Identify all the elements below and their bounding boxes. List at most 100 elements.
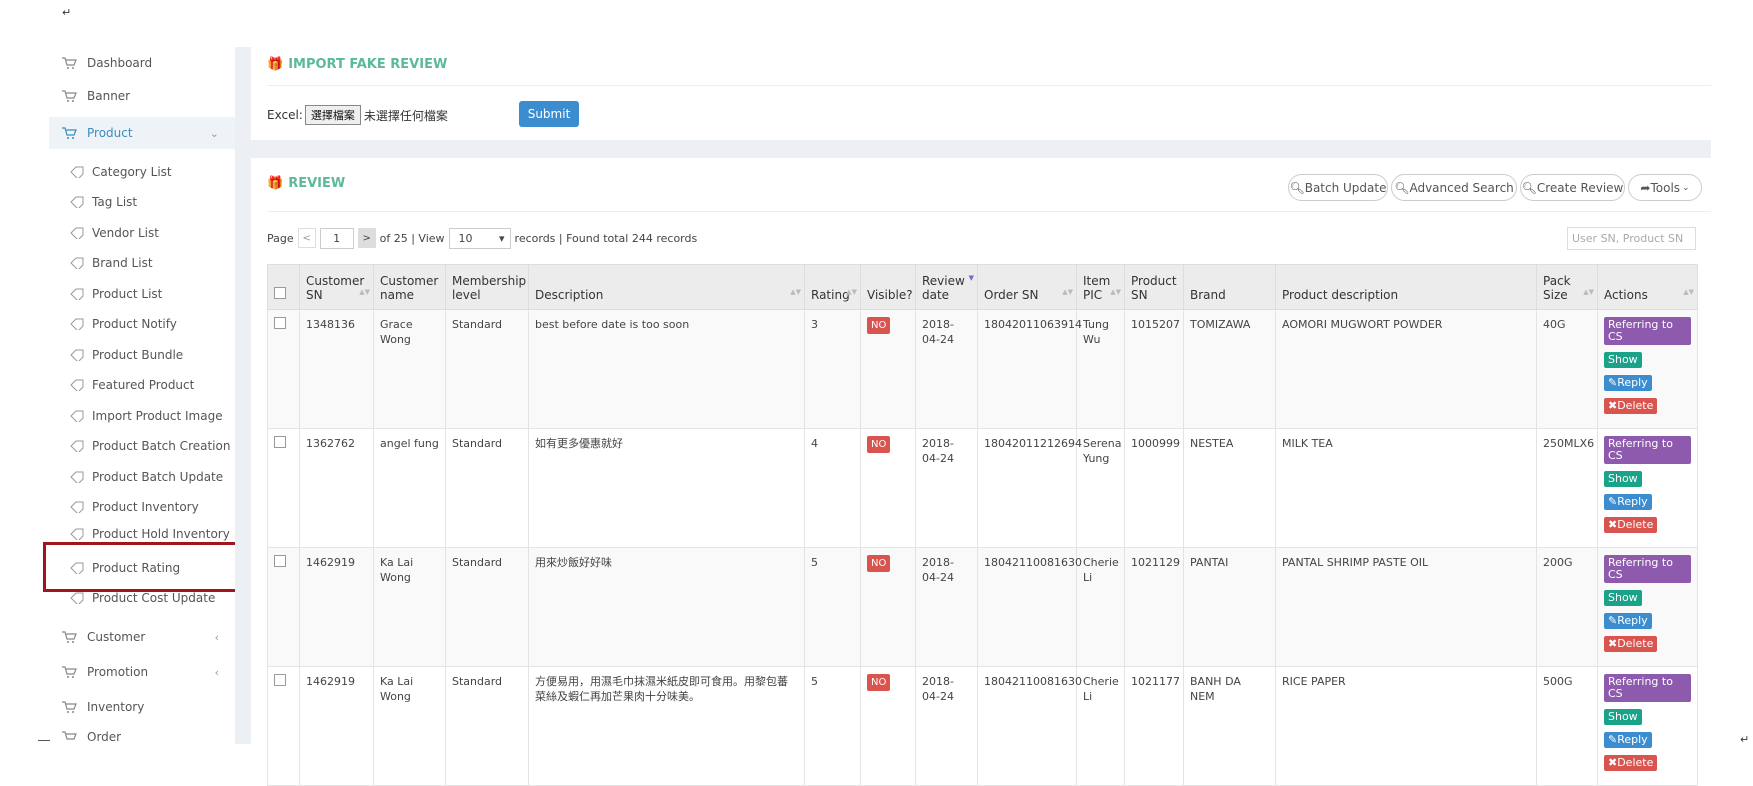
show-button[interactable]: Show (1604, 352, 1642, 368)
col-visible[interactable]: Visible? (860, 264, 916, 310)
cell-pack-size: 250MLX6 (1536, 428, 1598, 548)
reply-button[interactable]: ✎Reply (1604, 375, 1652, 391)
sidebar-sub-product-batch-creation[interactable]: Product Batch Creation (70, 435, 235, 457)
sidebar-item-customer[interactable]: Customer ‹ (49, 622, 235, 652)
choose-file-button[interactable]: 選擇檔案 (304, 105, 361, 125)
col-item-pic[interactable]: Item PIC ▲▼ (1076, 264, 1125, 310)
select-all-checkbox[interactable] (274, 287, 286, 299)
cell-membership: Standard (445, 547, 529, 667)
sidebar-sub-product-list[interactable]: Product List (70, 283, 235, 305)
sidebar-sub-product-notify[interactable]: Product Notify (70, 313, 235, 335)
referring-to-cs-button[interactable]: Referring to CS (1604, 674, 1691, 702)
tag-icon (70, 166, 84, 178)
col-brand[interactable]: Brand (1183, 264, 1276, 310)
sort-icon: ▲▼ (1683, 288, 1694, 296)
sidebar-item-order[interactable]: Order (49, 730, 235, 744)
sidebar-sub-category-list[interactable]: Category List (70, 161, 235, 183)
create-review-button[interactable]: 🔍︎ Create Review (1520, 174, 1625, 201)
delete-button[interactable]: ✖Delete (1604, 517, 1658, 533)
row-select-cell[interactable] (267, 428, 300, 548)
cell-product-desc: PANTAL SHRIMP PASTE OIL (1275, 547, 1537, 667)
table-header-row: Customer SN ▲▼ Customer name Membership l… (267, 264, 1698, 310)
delete-button[interactable]: ✖Delete (1604, 755, 1658, 771)
row-checkbox[interactable] (274, 317, 286, 329)
reply-button[interactable]: ✎Reply (1604, 613, 1652, 629)
gift-icon: 🎁 (267, 57, 284, 72)
per-page-select[interactable]: 10 (448, 227, 511, 249)
sidebar-sub-tag-list[interactable]: Tag List (70, 191, 235, 213)
search-input[interactable]: User SN, Product SN (1567, 227, 1696, 250)
col-order-sn[interactable]: Order SN ▲▼ (977, 264, 1077, 310)
batch-update-button[interactable]: 🔍︎ Batch Update (1288, 174, 1388, 201)
cell-product-sn: 1021129 (1124, 547, 1184, 667)
submit-button[interactable]: Submit (519, 101, 579, 127)
cell-visible: NO (860, 309, 916, 429)
cell-visible: NO (860, 428, 916, 548)
row-checkbox[interactable] (274, 674, 286, 686)
delete-button[interactable]: ✖Delete (1604, 636, 1658, 652)
col-review-date[interactable]: Review date ▼ (915, 264, 978, 310)
sidebar-sub-label: Product Hold Inventory (92, 527, 230, 541)
cell-product-desc: RICE PAPER (1275, 666, 1537, 786)
col-rating[interactable]: Rating ▲▼ (804, 264, 861, 310)
show-button[interactable]: Show (1604, 590, 1642, 606)
sidebar-sub-vendor-list[interactable]: Vendor List (70, 222, 235, 244)
cell-product-desc: MILK TEA (1275, 428, 1537, 548)
referring-to-cs-button[interactable]: Referring to CS (1604, 555, 1691, 583)
no-file-text: 未選擇任何檔案 (363, 108, 448, 123)
next-page-button[interactable]: > (357, 228, 376, 248)
cart-icon (62, 731, 77, 740)
sidebar-sub-label: Tag List (92, 195, 138, 209)
col-customer-name[interactable]: Customer name (373, 264, 446, 310)
col-membership[interactable]: Membership level (445, 264, 529, 310)
cell-membership: Standard (445, 666, 529, 786)
referring-to-cs-button[interactable]: Referring to CS (1604, 436, 1691, 464)
sidebar-sub-label: Category List (92, 165, 172, 179)
show-button[interactable]: Show (1604, 471, 1642, 487)
sidebar-item-promotion[interactable]: Promotion ‹ (49, 657, 235, 687)
prev-page-button[interactable]: < (297, 228, 316, 248)
col-description[interactable]: Description ▲▼ (528, 264, 805, 310)
sidebar-item-inventory[interactable]: Inventory (49, 692, 235, 722)
delete-button[interactable]: ✖Delete (1604, 398, 1658, 414)
reply-button[interactable]: ✎Reply (1604, 732, 1652, 748)
col-pack-size[interactable]: Pack Size ▲▼ (1536, 264, 1598, 310)
sidebar: Dashboard Banner Product ⌄ Category List… (0, 0, 240, 744)
tools-button[interactable]: ➦ Tools ⌄ (1628, 174, 1702, 201)
chevron-down-icon: ⌄ (1682, 182, 1690, 193)
cell-order-sn: 18042110081630 (977, 666, 1082, 786)
referring-to-cs-button[interactable]: Referring to CS (1604, 317, 1691, 345)
row-select-cell[interactable] (267, 666, 300, 786)
cell-customer-name: Ka Lai Wong (373, 547, 446, 667)
sidebar-sub-product-batch-update[interactable]: Product Batch Update (70, 466, 235, 488)
sidebar-sub-product-bundle[interactable]: Product Bundle (70, 344, 235, 366)
show-button[interactable]: Show (1604, 709, 1642, 725)
sidebar-item-product[interactable]: Product ⌄ (49, 117, 235, 149)
col-product-sn[interactable]: Product SN (1124, 264, 1184, 310)
row-select-cell[interactable] (267, 309, 300, 429)
select-all-cell[interactable] (267, 264, 300, 310)
sidebar-sub-product-inventory[interactable]: Product Inventory (70, 496, 235, 518)
sidebar-sub-brand-list[interactable]: Brand List (70, 252, 235, 274)
advanced-search-button[interactable]: 🔍︎ Advanced Search (1391, 174, 1517, 201)
row-select-cell[interactable] (267, 547, 300, 667)
visible-badge: NO (867, 317, 891, 334)
sort-desc-icon: ▼ (968, 274, 974, 282)
cell-pack-size: 200G (1536, 547, 1598, 667)
sidebar-sub-product-hold-inventory[interactable]: Product Hold Inventory (70, 527, 235, 541)
cell-rating: 3 (804, 309, 861, 429)
cell-visible: NO (860, 547, 916, 667)
reply-button[interactable]: ✎Reply (1604, 494, 1652, 510)
row-checkbox[interactable] (274, 555, 286, 567)
col-customer-sn[interactable]: Customer SN ▲▼ (299, 264, 374, 310)
sidebar-item-banner[interactable]: Banner (49, 81, 235, 111)
page-input[interactable]: 1 (319, 227, 354, 249)
cell-description: 如有更多優惠就好 (528, 428, 805, 548)
tag-icon (70, 318, 84, 330)
row-checkbox[interactable] (274, 436, 286, 448)
cell-rating: 5 (804, 666, 861, 786)
sidebar-item-dashboard[interactable]: Dashboard (49, 48, 235, 78)
col-product-desc[interactable]: Product description (1275, 264, 1537, 310)
sidebar-sub-import-product-image[interactable]: Import Product Image (70, 405, 235, 427)
sidebar-sub-featured-product[interactable]: Featured Product (70, 374, 235, 396)
